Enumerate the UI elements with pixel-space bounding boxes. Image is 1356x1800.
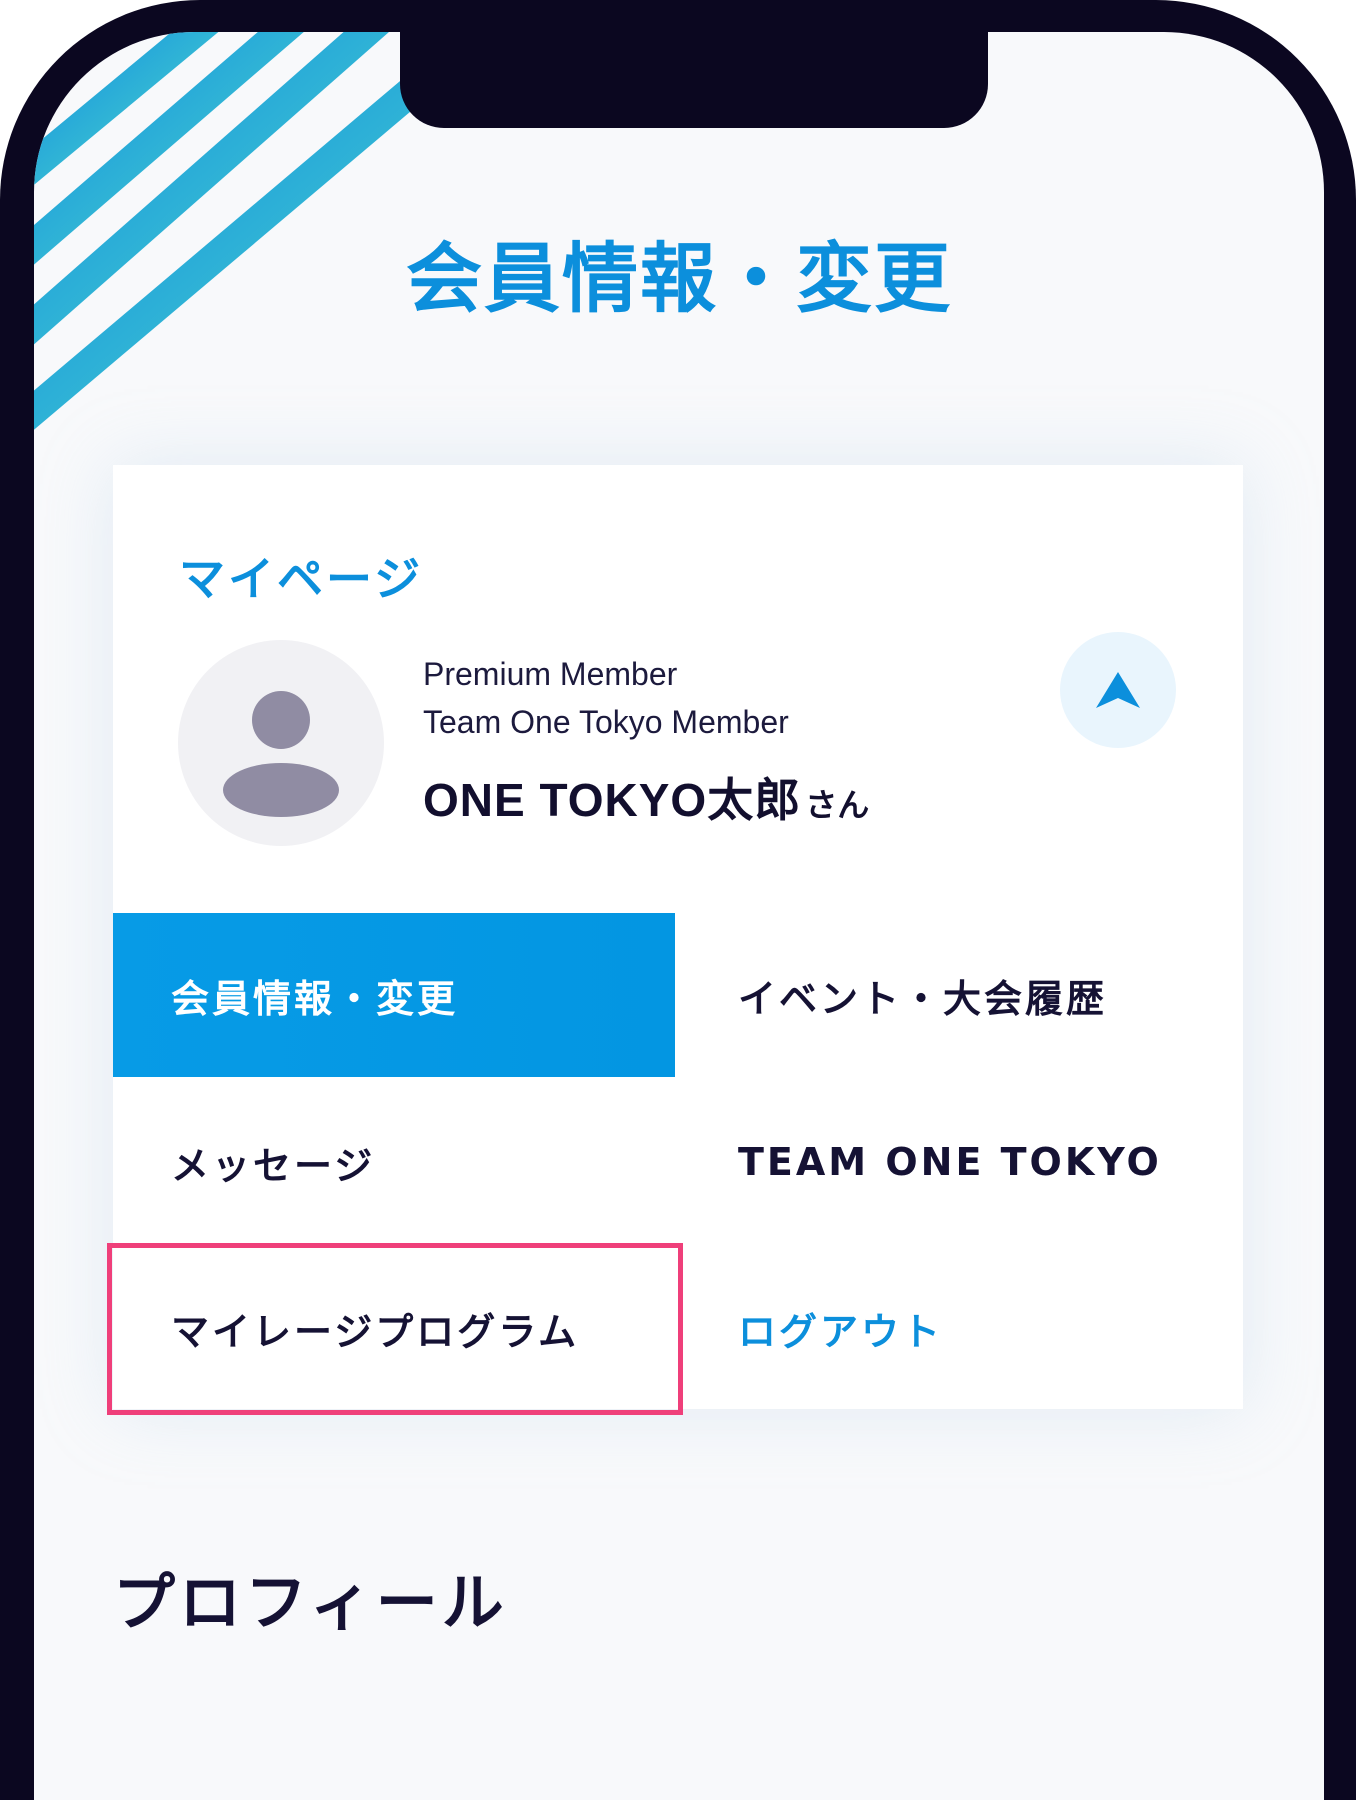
page-title: 会員情報・変更 bbox=[406, 234, 952, 323]
team-membership: Team One Tokyo Member bbox=[423, 704, 789, 740]
menu-item-logout[interactable]: ログアウト bbox=[678, 1247, 1243, 1409]
member-info: Premium Member Team One Tokyo Member ONE… bbox=[423, 650, 869, 830]
device-notch bbox=[400, 32, 988, 128]
user-silhouette-icon bbox=[223, 691, 339, 817]
menu-item-team-one-tokyo[interactable]: TEAM ONE TOKYO bbox=[678, 1080, 1243, 1244]
user-name-row: ONE TOKYO太郎 さん bbox=[423, 764, 869, 830]
avatar bbox=[178, 640, 384, 846]
menu-item-messages[interactable]: メッセージ bbox=[113, 1080, 675, 1244]
menu-item-event-history[interactable]: イベント・大会履歴 bbox=[678, 913, 1243, 1077]
menu-item-mileage-program[interactable]: マイレージプログラム bbox=[113, 1247, 675, 1409]
user-honorific: さん bbox=[805, 786, 870, 824]
mypage-card: マイページ Premium Member Team One Tokyo Memb… bbox=[107, 465, 1243, 1415]
mypage-menu: 会員情報・変更 イベント・大会履歴 メッセージ TEAM ONE TOKYO マ… bbox=[107, 913, 1243, 1415]
profile-section-title: プロフィール bbox=[113, 1566, 508, 1639]
chevron-up-icon bbox=[1096, 672, 1140, 708]
mypage-label: マイページ bbox=[179, 552, 424, 606]
menu-item-member-info[interactable]: 会員情報・変更 bbox=[113, 913, 675, 1077]
phone-frame: 会員情報・変更 マイページ Premium Member Team One To… bbox=[0, 0, 1356, 1800]
member-type: Premium Member bbox=[423, 656, 678, 692]
collapse-mypage-button[interactable] bbox=[1060, 632, 1176, 748]
user-name: ONE TOKYO太郎 bbox=[423, 774, 802, 826]
phone-screen: 会員情報・変更 マイページ Premium Member Team One To… bbox=[34, 32, 1324, 1800]
